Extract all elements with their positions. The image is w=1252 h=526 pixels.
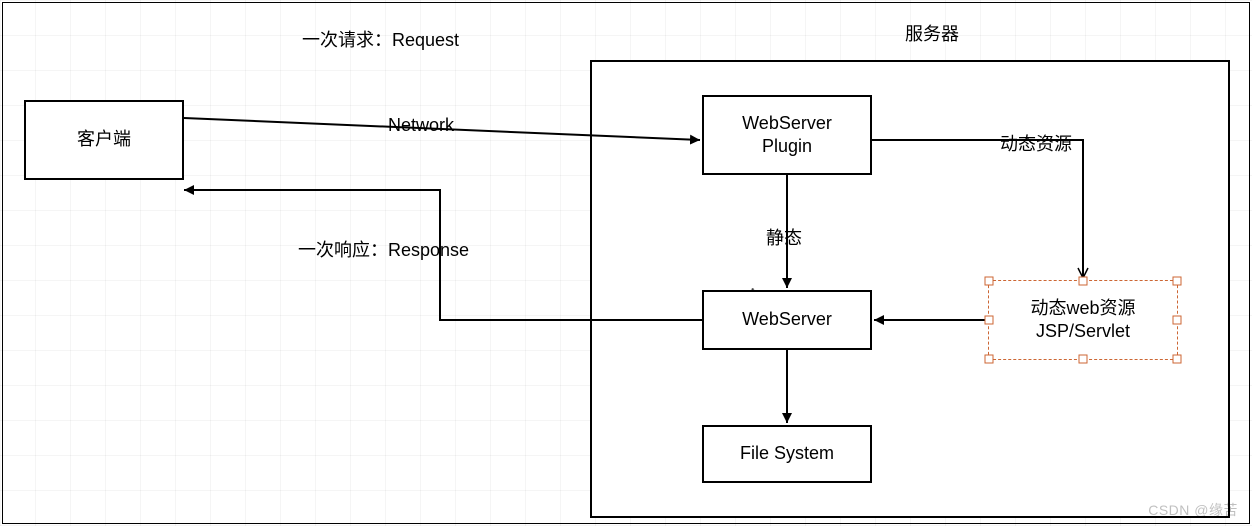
node-client-label: 客户端 (77, 128, 131, 151)
node-webserver-label: WebServer (742, 308, 832, 331)
node-dynamic-line2: JSP/Servlet (1030, 320, 1135, 343)
selection-handle-ne[interactable] (1173, 277, 1182, 286)
node-webserver-plugin-line1: WebServer (742, 112, 832, 135)
node-file-system-label: File System (740, 442, 834, 465)
label-static: 静态 (766, 224, 802, 250)
selection-handle-e[interactable] (1173, 316, 1182, 325)
label-response: 一次响应：Response (298, 236, 469, 262)
node-dynamic-line1: 动态web资源 (1030, 297, 1135, 320)
selection-handle-w[interactable] (985, 316, 994, 325)
node-client: 客户端 (24, 100, 184, 180)
node-webserver: WebServer (702, 290, 872, 350)
node-webserver-plugin-line2: Plugin (742, 135, 832, 158)
selection-handle-nw[interactable] (985, 277, 994, 286)
selection-handle-sw[interactable] (985, 355, 994, 364)
selection-handle-se[interactable] (1173, 355, 1182, 364)
watermark: CSDN @缘苦 (1148, 500, 1238, 520)
label-request: 一次请求：Request (302, 26, 459, 52)
node-dynamic-resource[interactable]: 动态web资源 JSP/Servlet (988, 280, 1178, 360)
node-webserver-plugin: WebServer Plugin (702, 95, 872, 175)
selection-handle-n[interactable] (1079, 277, 1088, 286)
node-file-system: File System (702, 425, 872, 483)
label-dynamic-resource: 动态资源 (1000, 130, 1072, 156)
label-network: Network (388, 115, 454, 136)
label-server: 服务器 (905, 20, 959, 46)
selection-handle-s[interactable] (1079, 355, 1088, 364)
